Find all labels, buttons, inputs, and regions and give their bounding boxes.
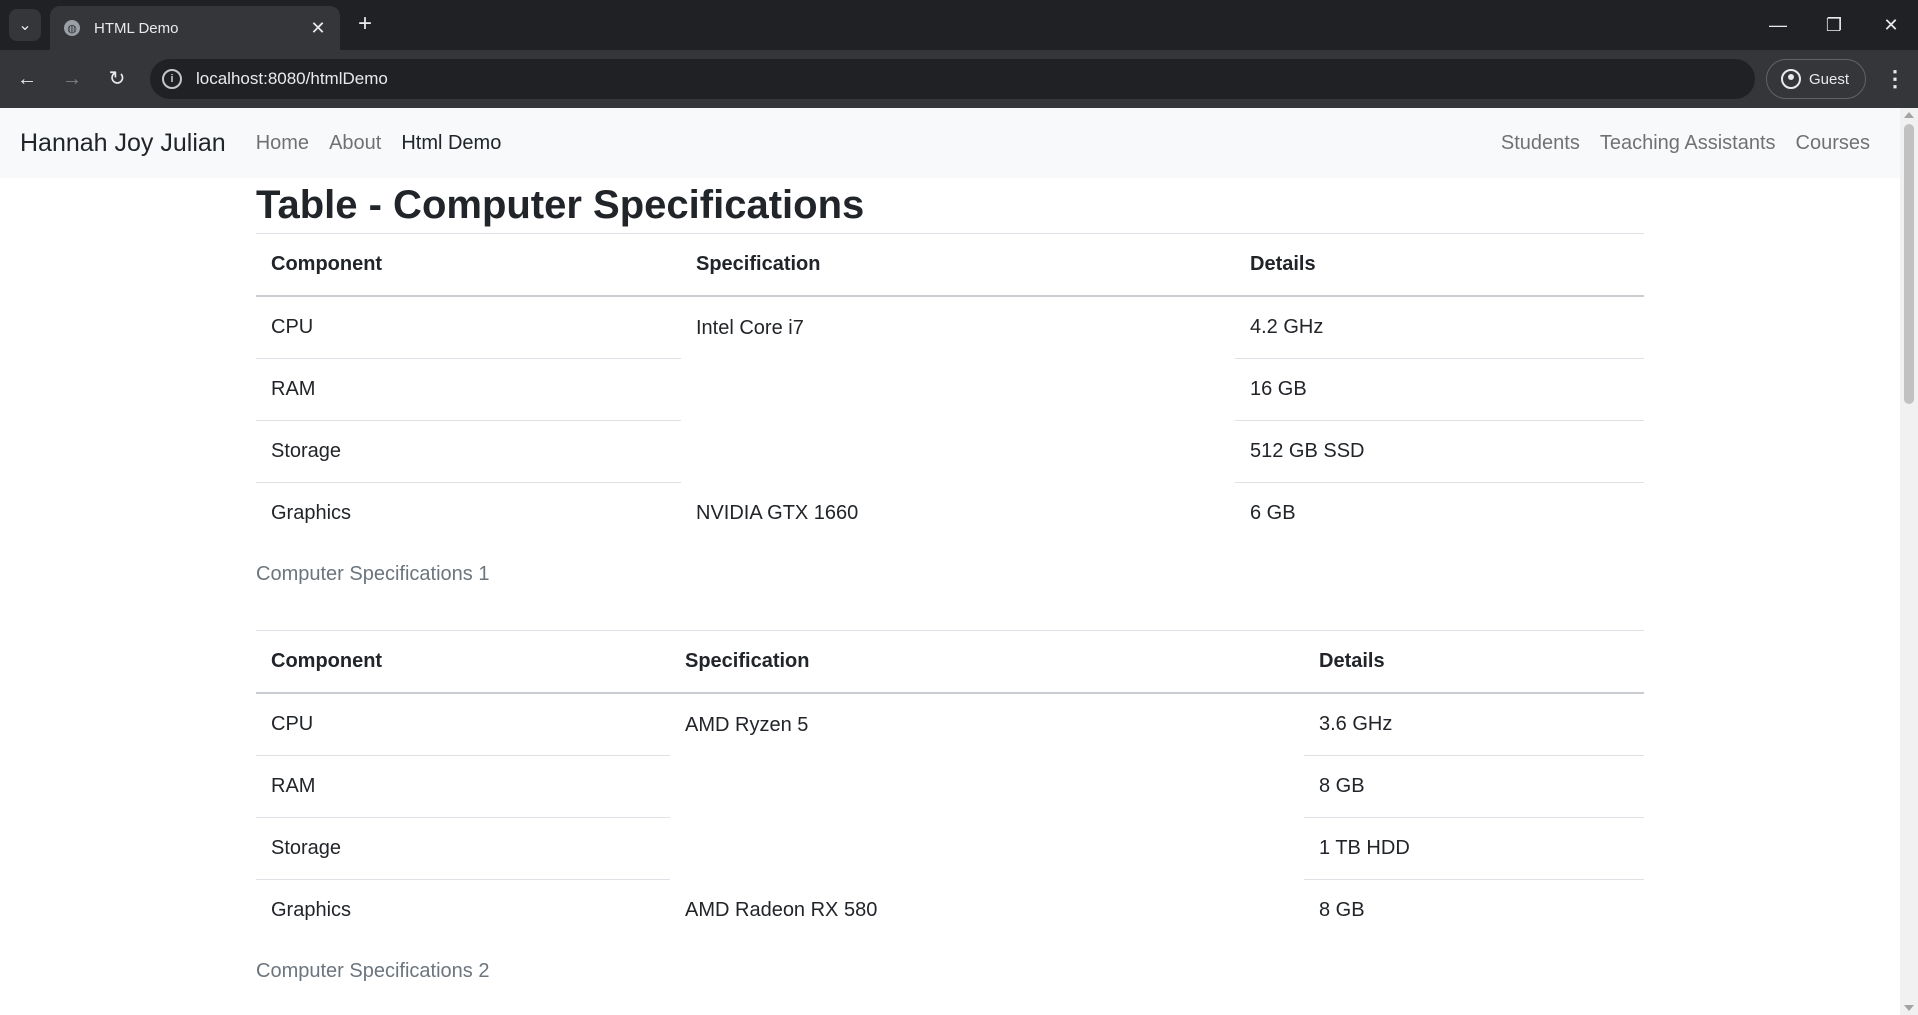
table-row: Graphics NVIDIA GTX 1660 6 GB [256, 483, 1644, 545]
spec-cell: AMD Ryzen 5 [685, 714, 809, 736]
profile-icon [1781, 69, 1801, 89]
header-specification: Specification [681, 233, 1235, 297]
minimize-icon[interactable]: — [1758, 10, 1798, 40]
browser-menu-icon[interactable]: ⋮ [1880, 64, 1910, 94]
nav-link-html-demo[interactable]: Html Demo [401, 132, 501, 155]
main-content: Table - Computer Specifications Componen… [256, 178, 1644, 1001]
nav-link-home[interactable]: Home [256, 132, 309, 155]
forward-arrow-icon[interactable]: → [57, 64, 87, 94]
component-cell: RAM [256, 358, 681, 421]
details-cell: 8 GB [1304, 755, 1644, 818]
page-title: Table - Computer Specifications [256, 183, 865, 227]
table-header-row: Component Specification Details [256, 233, 1644, 297]
table-row: CPU AMD Ryzen 5 3.6 GHz [256, 693, 1644, 756]
header-component: Component [256, 630, 670, 694]
address-url[interactable]: localhost:8080/htmlDemo [196, 69, 388, 89]
table-caption: Computer Specifications 2 [256, 960, 490, 982]
site-info-icon[interactable]: i [162, 69, 182, 89]
details-cell: 6 GB [1250, 502, 1296, 524]
tab-title: HTML Demo [94, 19, 179, 37]
component-cell: CPU [256, 693, 670, 756]
navbar-right-links: Students Teaching Assistants Courses [1481, 108, 1870, 178]
reload-icon[interactable]: ↻ [102, 64, 132, 94]
spec-cell: Intel Core i7 [696, 317, 804, 339]
component-cell: Graphics [271, 899, 352, 921]
navbar-brand[interactable]: Hannah Joy Julian [20, 129, 226, 158]
nav-link-students[interactable]: Students [1501, 132, 1580, 155]
details-cell: 512 GB SSD [1235, 420, 1644, 483]
details-cell: 1 TB HDD [1304, 817, 1644, 880]
vertical-scrollbar[interactable] [1900, 108, 1918, 1015]
page-viewport: Hannah Joy Julian Home About Html Demo S… [0, 108, 1918, 1015]
component-cell: CPU [256, 296, 681, 359]
component-cell: RAM [256, 755, 670, 818]
table-caption: Computer Specifications 1 [256, 563, 490, 585]
header-details: Details [1235, 233, 1644, 297]
browser-tab[interactable]: ◍ HTML Demo ✕ [50, 6, 340, 50]
table-header-row: Component Specification Details [256, 630, 1644, 694]
window-close-icon[interactable]: ✕ [1871, 10, 1911, 40]
header-component: Component [256, 233, 681, 297]
globe-icon: ◍ [64, 20, 80, 36]
specs-table-1: Component Specification Details CPU Inte… [256, 233, 1644, 544]
details-cell: 16 GB [1235, 358, 1644, 421]
spec-cell: AMD Radeon RX 580 [685, 898, 878, 921]
address-bar[interactable]: i localhost:8080/htmlDemo [150, 59, 1755, 99]
tab-close-icon[interactable]: ✕ [308, 18, 328, 39]
scrollbar-thumb[interactable] [1904, 124, 1914, 404]
profile-label: Guest [1809, 70, 1850, 88]
restore-icon[interactable]: ❐ [1814, 10, 1854, 40]
details-cell: 8 GB [1319, 899, 1365, 921]
component-cell: Storage [256, 420, 681, 483]
specs-table-2: Component Specification Details CPU AMD … [256, 630, 1644, 941]
table-row: CPU Intel Core i7 4.2 GHz [256, 296, 1644, 359]
component-cell: Storage [256, 817, 670, 880]
details-cell: 4.2 GHz [1235, 296, 1644, 359]
browser-tab-bar: ⌄ ◍ HTML Demo ✕ + — ❐ ✕ [0, 0, 1918, 50]
site-navbar: Hannah Joy Julian Home About Html Demo S… [0, 108, 1900, 178]
spec-cell: NVIDIA GTX 1660 [696, 501, 859, 524]
nav-link-courses[interactable]: Courses [1796, 132, 1870, 155]
header-specification: Specification [670, 630, 1304, 694]
nav-link-about[interactable]: About [329, 132, 381, 155]
details-cell: 3.6 GHz [1304, 693, 1644, 756]
header-details: Details [1304, 630, 1644, 694]
browser-toolbar: ← → ↻ i localhost:8080/htmlDemo Guest ⋮ [0, 50, 1918, 108]
component-cell: Graphics [271, 502, 352, 524]
nav-link-teaching-assistants[interactable]: Teaching Assistants [1600, 132, 1776, 155]
new-tab-plus-icon[interactable]: + [352, 12, 378, 38]
tab-search-chevron-icon[interactable]: ⌄ [9, 9, 41, 41]
scroll-down-arrow-icon[interactable] [1904, 1005, 1914, 1011]
scroll-up-arrow-icon[interactable] [1904, 112, 1914, 118]
back-arrow-icon[interactable]: ← [12, 64, 42, 94]
profile-button[interactable]: Guest [1766, 59, 1866, 99]
table-row: Graphics AMD Radeon RX 580 8 GB [256, 880, 1644, 942]
